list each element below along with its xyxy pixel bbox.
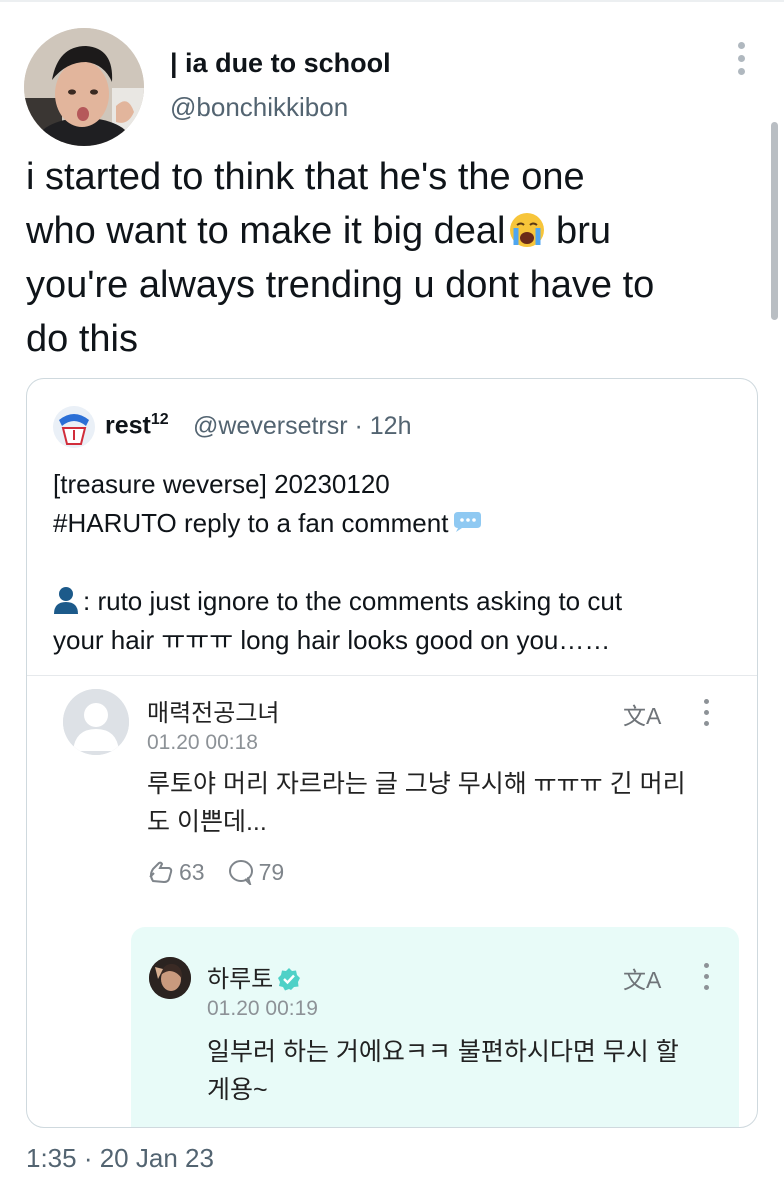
quoted-author-avatar bbox=[53, 406, 95, 448]
verified-badge-icon bbox=[277, 967, 301, 991]
quoted-tweet-card[interactable]: rest12 @weversetrsr · 12h [treasure weve… bbox=[26, 378, 758, 1128]
author-avatar[interactable] bbox=[24, 28, 144, 146]
tweet-line: you're always trending u dont have to bbox=[26, 264, 655, 306]
crying-face-icon bbox=[508, 210, 546, 248]
tweet-text: i started to think that he's the one who… bbox=[26, 150, 761, 366]
screenshot-divider bbox=[27, 675, 757, 676]
quoted-line-text: #HARUTO reply to a fan comment bbox=[53, 508, 449, 538]
quoted-line: #HARUTO reply to a fan comment bbox=[53, 504, 733, 543]
quoted-text: [treasure weverse] 20230120 #HARUTO repl… bbox=[53, 465, 733, 660]
quoted-line-text: : ruto just ignore to the comments askin… bbox=[83, 586, 623, 616]
commenter-avatar bbox=[63, 689, 129, 755]
tweet-line-part: bru bbox=[545, 210, 611, 252]
quoted-line: [treasure weverse] 20230120 bbox=[53, 469, 390, 499]
reply-body: 일부러 하는 거에요ㅋㅋ 불편하시다면 무시 할 게용~ bbox=[207, 1038, 679, 1104]
reply-more-icon bbox=[700, 963, 712, 997]
quoted-handle-time: @weversetrsr · 12h bbox=[193, 412, 412, 440]
like-count: 63 bbox=[179, 859, 205, 885]
more-options-icon[interactable] bbox=[730, 42, 752, 82]
artist-avatar bbox=[149, 957, 191, 999]
comment-bubble-icon bbox=[227, 859, 255, 888]
reply-translate-icon: 文A bbox=[623, 967, 662, 993]
quoted-line bbox=[53, 543, 733, 582]
comment-stats: 63 79 bbox=[147, 859, 285, 888]
quoted-line: your hair ㅠㅠㅠ long hair looks good on yo… bbox=[53, 625, 611, 655]
tweet-line-part: who want to make it big deal bbox=[26, 210, 506, 252]
tweet-line: who want to make it big deal bru bbox=[26, 204, 761, 258]
artist-name-text: 하루토 bbox=[207, 966, 274, 993]
commenter-name: 매력전공그녀 bbox=[147, 700, 280, 727]
tweet-timestamp[interactable]: 1:35 · 20 Jan 23 bbox=[26, 1143, 214, 1174]
translate-icon: 文A bbox=[623, 703, 662, 729]
comment-more-icon bbox=[700, 699, 712, 733]
quoted-name-sup: 12 bbox=[150, 411, 169, 428]
quoted-line: : ruto just ignore to the comments askin… bbox=[53, 582, 733, 621]
artist-name: 하루토 bbox=[207, 959, 301, 994]
tweet-line: i started to think that he's the one bbox=[26, 156, 585, 198]
quoted-author-name[interactable]: rest12 bbox=[105, 411, 169, 440]
speech-bubble-icon bbox=[452, 505, 482, 532]
reply-count: 79 bbox=[258, 859, 285, 885]
quoted-name-text: rest bbox=[105, 411, 151, 440]
tweet-line: do this bbox=[26, 318, 138, 360]
top-divider bbox=[0, 0, 784, 2]
artist-reply: 하루토 01.20 00:19 文A 일부러 하는 거에요ㅋㅋ 불편하시다면 무… bbox=[131, 927, 739, 1127]
comment-time: 01.20 00:18 bbox=[147, 731, 258, 754]
comment-body: 루토야 머리 자르라는 글 그냥 무시해 ㅠㅠㅠ 긴 머리도 이쁜데... bbox=[147, 770, 686, 836]
scrollbar[interactable] bbox=[771, 122, 778, 320]
person-silhouette-icon bbox=[53, 586, 79, 614]
reply-time: 01.20 00:19 bbox=[207, 997, 318, 1020]
display-name[interactable]: | ia due to school bbox=[170, 48, 391, 79]
like-hands-icon bbox=[147, 859, 175, 885]
user-handle[interactable]: @bonchikkibon bbox=[170, 92, 348, 123]
